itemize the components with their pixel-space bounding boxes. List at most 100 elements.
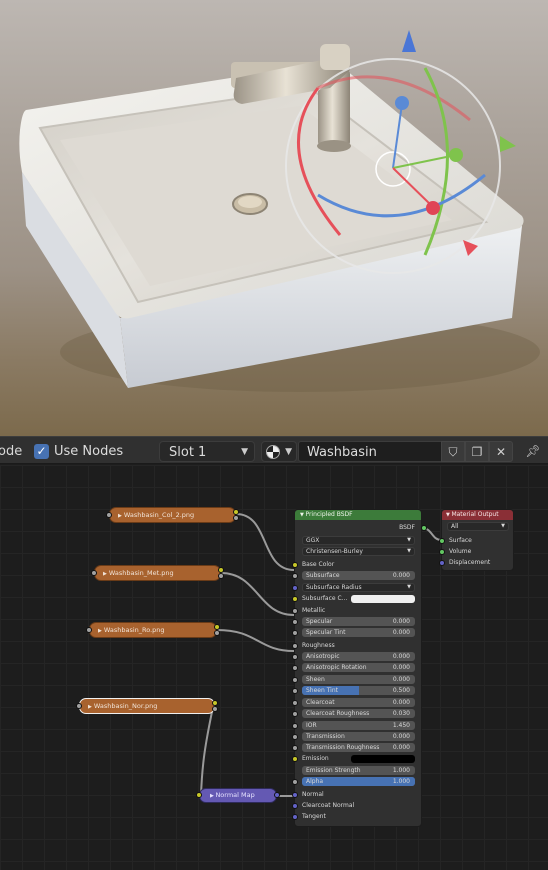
normal-map-node[interactable]: ▶ Normal Map [196,788,280,803]
socket[interactable] [292,654,298,660]
socket[interactable] [292,711,298,717]
sheen-label: Sheen [306,676,325,683]
specular-value: 0.000 [392,618,410,625]
browse-material-button[interactable]: ▼ [261,441,297,462]
collapse-arrow-icon[interactable]: ▶ [118,513,122,519]
socket[interactable] [292,792,298,798]
socket[interactable] [292,700,298,706]
use-nodes-label[interactable]: Use Nodes [54,441,123,462]
principled-bsdf-node[interactable]: ▼ Principled BSDF BSDF GGX ▼ Christensen-… [292,509,427,827]
socket[interactable] [292,779,298,785]
3d-viewport[interactable] [0,0,548,436]
emission-row[interactable]: Emission [292,754,423,764]
material-name-field[interactable]: Washbasin [298,441,442,462]
socket[interactable] [292,630,298,636]
output-displacement: Displacement [449,559,491,566]
output-node-header[interactable]: ▼ Material Output [442,510,513,520]
clearcoat-roughness-label: Clearcoat Roughness [306,710,370,717]
alpha-output-socket[interactable] [214,630,220,636]
bsdf-subsurface-method: Christensen-Burley [306,548,363,555]
alpha-output-socket[interactable] [218,573,224,579]
clearcoat-field[interactable]: Clearcoat 0.000 [292,698,423,708]
image-texture-node-ro[interactable]: ▶ Washbasin_Ro.png [86,622,220,638]
use-nodes-checkbox[interactable]: ✓ [34,444,49,459]
clearcoat-roughness-field[interactable]: Clearcoat Roughness 0.030 [292,709,423,719]
specular-field[interactable]: Specular 0.000 [292,617,423,627]
subsurface-color-swatch[interactable] [351,595,415,603]
vector-input-socket[interactable] [76,703,82,709]
fake-user-shield-icon[interactable]: ⛉ [441,441,465,462]
vector-input-socket[interactable] [86,627,92,633]
material-output-node[interactable]: ▼ Material Output All ▼ Surface Volume Di… [439,509,515,571]
socket[interactable] [292,745,298,751]
unlink-close-icon[interactable]: ✕ [489,441,513,462]
pin-icon[interactable]: 📌︎ [521,441,545,462]
alpha-output-socket[interactable] [233,515,239,521]
socket[interactable] [292,585,298,591]
subsurface-radius-select[interactable]: Subsurface Radius ▼ [292,583,423,593]
surface-input-socket[interactable] [439,538,445,544]
chevron-down-icon: ▼ [407,537,411,543]
socket[interactable] [292,688,298,694]
socket[interactable] [292,562,298,568]
socket[interactable] [292,677,298,683]
base-color-row: Base Color [292,560,423,570]
normal-output-socket[interactable] [274,792,280,798]
bsdf-subsurface-radius: Subsurface Radius [306,584,362,591]
bsdf-base-color: Base Color [302,561,335,568]
sheen-tint-field[interactable]: Sheen Tint 0.500 [292,686,423,696]
vector-input-socket[interactable] [91,570,97,576]
socket[interactable] [292,596,298,602]
distribution-select[interactable]: GGX ▼ [295,536,423,546]
chevron-down-icon: ▼ [241,447,248,457]
target-select[interactable]: All ▼ [442,522,515,532]
editor-mode-label[interactable]: ode [0,441,22,462]
socket[interactable] [292,756,298,762]
socket[interactable] [292,814,298,820]
displacement-input-socket[interactable] [439,560,445,566]
anisotropic-rotation-field[interactable]: Anisotropic Rotation 0.000 [292,663,423,673]
image-texture-node-col[interactable]: ▶ Washbasin_Col_2.png [106,507,239,523]
ior-field[interactable]: IOR 1.450 [292,721,423,731]
bsdf-node-header[interactable]: ▼ Principled BSDF [295,510,421,520]
socket[interactable] [292,803,298,809]
socket[interactable] [292,573,298,579]
bsdf-output-socket[interactable] [421,525,427,531]
node-canvas[interactable]: ▶ Washbasin_Col_2.png ▶ Washbasin_Met.png … [0,465,548,870]
emission-strength-field[interactable]: Emission Strength 1.000 [295,766,423,776]
duplicate-material-icon[interactable]: ❐ [465,441,489,462]
anisotropic-field[interactable]: Anisotropic 0.000 [292,652,423,662]
volume-input-socket[interactable] [439,549,445,555]
material-slot-select[interactable]: Slot 1 ▼ [159,441,255,462]
alpha-field[interactable]: Alpha 1.000 [292,777,423,787]
normal-row: Normal [292,790,423,800]
alpha-output-socket[interactable] [212,706,218,712]
vector-input-socket[interactable] [106,512,112,518]
image-texture-node-met[interactable]: ▶ Washbasin_Met.png [91,565,224,581]
socket[interactable] [292,723,298,729]
subsurface-field[interactable]: Subsurface 0.000 [292,571,423,581]
bsdf-tangent: Tangent [302,813,326,820]
socket[interactable] [292,619,298,625]
transmission-roughness-field[interactable]: Transmission Roughness 0.000 [292,743,423,753]
transmission-field[interactable]: Transmission 0.000 [292,732,423,742]
collapse-arrow-icon[interactable]: ▶ [103,571,107,577]
socket[interactable] [292,643,298,649]
transmission-label: Transmission [306,733,345,740]
subsurface-method-select[interactable]: Christensen-Burley ▼ [295,547,423,557]
socket[interactable] [292,734,298,740]
image-texture-node-nor[interactable]: ▶ Washbasin_Nor.png [76,698,218,714]
output-surface: Surface [449,537,472,544]
socket[interactable] [292,608,298,614]
socket[interactable] [292,665,298,671]
anisotropic-rotation-value: 0.000 [392,664,410,671]
roughness-row: Roughness [292,641,423,651]
collapse-arrow-icon[interactable]: ▶ [88,704,92,710]
emission-color-swatch[interactable] [351,755,415,763]
anisotropic-label: Anisotropic [306,653,340,660]
collapse-arrow-icon[interactable]: ▶ [98,628,102,634]
subsurface-color-row[interactable]: Subsurface C... [292,594,423,604]
specular-tint-field[interactable]: Specular Tint 0.000 [292,628,423,638]
color-input-socket[interactable] [196,792,202,798]
sheen-field[interactable]: Sheen 0.000 [292,675,423,685]
